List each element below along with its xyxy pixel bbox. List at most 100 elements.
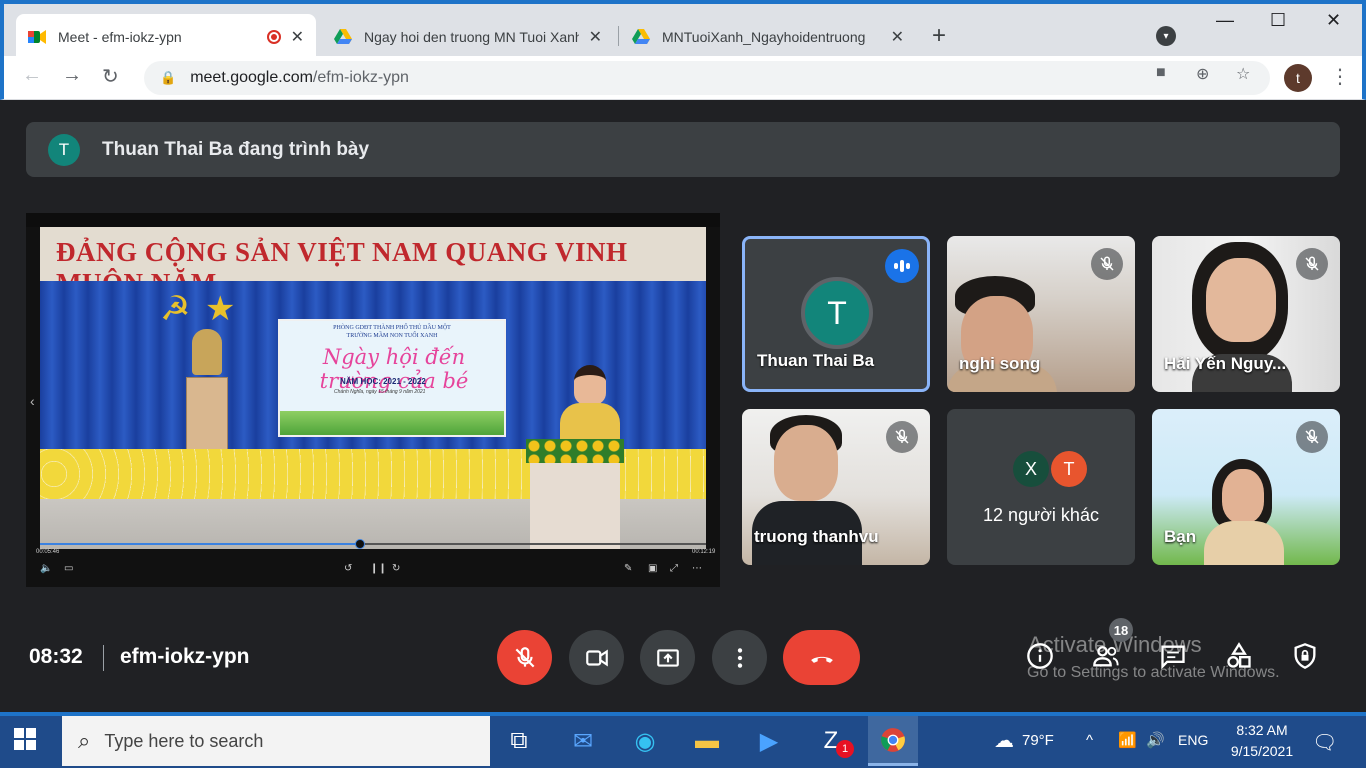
bookmark-star-icon[interactable]: ☆: [1236, 64, 1250, 84]
weather-temp: 79°F: [1022, 731, 1054, 749]
fullscreen-icon[interactable]: ⤢: [670, 563, 678, 574]
edit-icon[interactable]: ✎: [624, 563, 632, 574]
volume-icon[interactable]: 🔊: [1146, 712, 1165, 768]
clock-time: 8:32 AM: [1236, 722, 1288, 738]
chat-button[interactable]: [1158, 641, 1188, 671]
camera-in-use-icon[interactable]: ■: [1156, 64, 1166, 82]
drive-favicon-icon: [334, 29, 352, 44]
windows-taskbar: ⌕ Type here to search ⧉ ✉ ◉ ▬ ▶ Z1 ☁ 79°…: [0, 712, 1366, 768]
mic-off-icon: [515, 646, 534, 667]
participant-name: Thuan Thai Ba: [757, 351, 875, 370]
zoom-icon[interactable]: ⊕: [1196, 64, 1209, 84]
back-icon[interactable]: ←: [22, 64, 42, 87]
participant-tile-hai-yen[interactable]: Hải Yến Nguy...: [1152, 236, 1340, 392]
task-view-icon[interactable]: ⧉: [494, 716, 544, 766]
mic-off-icon: [886, 421, 918, 453]
flower-arrangement: [526, 439, 624, 463]
tab-title: Meet - efm-iokz-ypn: [58, 29, 182, 45]
weather-widget[interactable]: ☁ 79°F: [994, 712, 1054, 768]
participant-tile-self[interactable]: Bạn: [1152, 409, 1340, 565]
star-icon: ★: [205, 290, 236, 328]
file-explorer-icon[interactable]: ▬: [682, 716, 732, 766]
slide-ground: [280, 411, 504, 435]
mail-icon[interactable]: ✉: [558, 716, 608, 766]
mini-player-icon[interactable]: ▣: [648, 563, 657, 574]
tab-meet[interactable]: Meet - efm-iokz-ypn ✕: [16, 14, 316, 60]
prev-slide-icon[interactable]: ‹: [30, 393, 35, 409]
participant-name: nghi song: [959, 354, 1041, 373]
close-tab-icon[interactable]: ✕: [589, 27, 602, 47]
presenting-text: Thuan Thai Ba đang trình bày: [102, 138, 370, 160]
reload-icon[interactable]: ↻: [102, 64, 119, 89]
participant-tile-nghi-song[interactable]: nghi song: [947, 236, 1135, 392]
player-progress-bar[interactable]: [40, 539, 706, 549]
forward-icon[interactable]: →: [62, 64, 82, 87]
forward-10-icon[interactable]: ↻: [392, 563, 400, 574]
minimize-icon[interactable]: —: [1216, 10, 1234, 31]
tab-separator: [618, 26, 619, 46]
activities-button[interactable]: [1224, 641, 1254, 671]
participant-tile-others[interactable]: X T 12 người khác: [947, 409, 1135, 565]
mic-toggle-button[interactable]: [497, 630, 552, 685]
people-button[interactable]: [1091, 641, 1121, 671]
volume-icon[interactable]: 🔈: [40, 563, 52, 574]
edge-icon[interactable]: ◉: [620, 716, 670, 766]
search-icon: ⌕: [78, 728, 91, 753]
new-tab-button[interactable]: +: [932, 22, 946, 50]
participant-tile-thuan[interactable]: T Thuan Thai Ba: [742, 236, 930, 392]
taskbar-clock[interactable]: 8:32 AM 9/15/2021: [1222, 720, 1302, 762]
chrome-menu-icon[interactable]: ⋮: [1330, 64, 1350, 89]
meeting-details-button[interactable]: [1025, 641, 1055, 671]
taskbar-search-box[interactable]: ⌕ Type here to search: [62, 716, 490, 766]
player-progress-knob[interactable]: [354, 539, 365, 549]
url-text: meet.google.com/efm-iokz-ypn: [190, 69, 409, 86]
mic-off-icon: [1091, 248, 1123, 280]
video-shirt: [1204, 521, 1284, 565]
zalo-badge: 1: [836, 740, 854, 758]
slide-org: PHÒNG GDĐT THÀNH PHỐ THỦ DẦU MỘT: [333, 325, 451, 331]
camera-icon: [585, 648, 608, 667]
present-screen-button[interactable]: [640, 630, 695, 685]
taskbar-search-placeholder: Type here to search: [104, 730, 264, 751]
captions-icon[interactable]: ▭: [64, 563, 73, 574]
presentation-view[interactable]: ĐẢNG CỘNG SẢN VIỆT NAM QUANG VINH MUÔN N…: [26, 213, 720, 587]
windows-start-icon[interactable]: [14, 728, 36, 750]
other-avatar: X: [1013, 451, 1049, 487]
chrome-taskbar-icon[interactable]: [868, 716, 918, 766]
video-face: [1222, 469, 1264, 523]
participant-name: Bạn: [1164, 527, 1197, 546]
player-progress-fill: [40, 543, 360, 545]
other-avatar: T: [1051, 451, 1087, 487]
wifi-icon[interactable]: 📶: [1118, 712, 1137, 768]
camera-toggle-button[interactable]: [569, 630, 624, 685]
participant-avatar: T: [801, 277, 873, 349]
close-window-icon[interactable]: ✕: [1326, 10, 1341, 31]
browser-toolbar: ← → ↻ 🔒 meet.google.com/efm-iokz-ypn ■ ⊕…: [0, 56, 1366, 100]
show-hidden-icons[interactable]: ^: [1086, 712, 1093, 768]
tab-ngay-hoi[interactable]: Ngay hoi den truong MN Tuoi Xanh ✕: [322, 14, 614, 60]
tab-search-icon[interactable]: ▾: [1156, 26, 1176, 46]
host-controls-button[interactable]: [1290, 641, 1320, 671]
leave-call-button[interactable]: [783, 630, 860, 685]
participant-tile-truong-thanhvu[interactable]: truong thanhvu: [742, 409, 930, 565]
close-tab-icon[interactable]: ✕: [291, 27, 304, 47]
slogan-banner: ĐẢNG CỘNG SẢN VIỆT NAM QUANG VINH MUÔN N…: [40, 227, 706, 298]
maximize-icon[interactable]: ☐: [1270, 10, 1286, 31]
player-time-total: 00:12:19: [692, 549, 716, 555]
rewind-icon[interactable]: ↺: [344, 563, 352, 574]
more-options-button[interactable]: [712, 630, 767, 685]
tab-mntuoixanh[interactable]: MNTuoiXanh_Ngayhoidentruong ✕: [620, 14, 916, 60]
pause-icon[interactable]: ❙❙: [370, 563, 387, 574]
info-icon: [1027, 643, 1053, 669]
profile-avatar[interactable]: t: [1284, 64, 1312, 92]
taskbar-top-line: [0, 712, 1366, 716]
zalo-icon[interactable]: Z1: [806, 716, 856, 766]
mic-off-icon: [1296, 421, 1328, 453]
language-indicator[interactable]: ENG: [1178, 712, 1208, 768]
lock-icon[interactable]: 🔒: [160, 70, 176, 86]
close-tab-icon[interactable]: ✕: [891, 27, 904, 47]
media-player-icon[interactable]: ▶: [744, 716, 794, 766]
notification-icon[interactable]: 🗨: [1312, 730, 1337, 755]
more-options-icon[interactable]: ⋯: [692, 563, 702, 574]
address-bar[interactable]: 🔒 meet.google.com/efm-iokz-ypn: [144, 61, 1270, 95]
